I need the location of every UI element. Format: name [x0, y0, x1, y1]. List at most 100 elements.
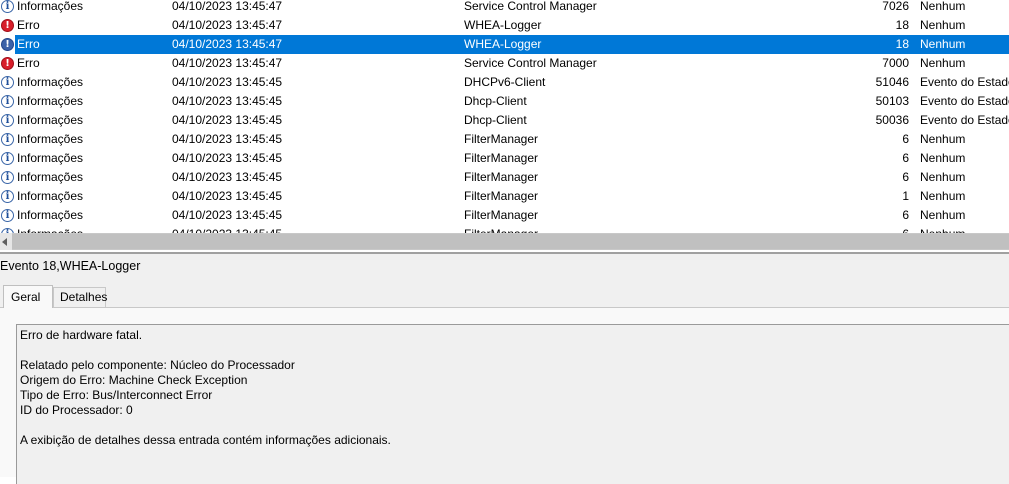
info-icon-wrap: i: [0, 149, 15, 168]
event-id: 50103: [875, 94, 909, 108]
event-level: Informações: [17, 208, 84, 222]
event-id: 18: [895, 18, 909, 32]
event-row[interactable]: ! Erro 04/10/2023 13:45:47 WHEA-Logger 18 Nen…: [0, 16, 1009, 35]
event-task-category: Nenhum: [920, 37, 966, 51]
event-date: 04/10/2023 13:45:45: [172, 189, 283, 203]
info-icon-wrap: i: [0, 111, 15, 130]
tab-general[interactable]: Geral: [3, 285, 53, 308]
event-source: DHCPv6-Client: [464, 75, 546, 89]
event-id: 18: [895, 37, 909, 51]
info-icon: i: [1, 133, 14, 146]
info-icon-wrap: i: [0, 225, 15, 233]
event-source: WHEA-Logger: [464, 37, 542, 51]
description-line: A exibição de detalhes dessa entrada con…: [20, 433, 391, 447]
error-icon-wrap: !: [0, 54, 15, 73]
error-icon-wrap: !: [0, 35, 15, 54]
event-date: 04/10/2023 13:45:45: [172, 113, 283, 127]
event-details-pane: Evento 18,WHEA-Logger Geral Detalhes Err…: [0, 252, 1009, 484]
info-icon: i: [1, 171, 14, 184]
tab-content: Erro de hardware fatal. Relatado pelo co…: [0, 307, 1009, 484]
event-id: 7000: [882, 56, 909, 70]
event-row[interactable]: i Informações 04/10/2023 13:45:45 DHCPv6-Cl…: [0, 73, 1009, 92]
description-line: Origem do Erro: Machine Check Exception: [20, 373, 248, 387]
info-icon: i: [1, 95, 14, 108]
event-task-category: Nenhum: [920, 208, 966, 222]
event-id: 1: [902, 189, 909, 203]
event-date: 04/10/2023 13:45:47: [172, 0, 283, 13]
event-source: Service Control Manager: [464, 56, 597, 70]
description-line: Erro de hardware fatal.: [20, 328, 143, 342]
event-date: 04/10/2023 13:45:47: [172, 37, 283, 51]
info-icon: i: [1, 152, 14, 165]
info-icon-wrap: i: [0, 187, 15, 206]
event-date: 04/10/2023 13:45:45: [172, 94, 283, 108]
event-id: 6: [902, 208, 909, 222]
event-level: Informações: [17, 151, 84, 165]
event-source: FilterManager: [464, 189, 539, 203]
info-icon-wrap: i: [0, 92, 15, 111]
event-row[interactable]: i Informações 04/10/2023 13:45:45 Dhcp-Clie…: [0, 111, 1009, 130]
tab-details[interactable]: Detalhes: [53, 287, 107, 307]
event-source: FilterManager: [464, 170, 539, 184]
event-id: 6: [902, 151, 909, 165]
details-title: Evento 18,WHEA-Logger: [0, 259, 141, 273]
event-row[interactable]: iInformações 04/10/2023 13:45:45 FilterMan…: [0, 130, 1009, 149]
event-source: Service Control Manager: [464, 0, 597, 13]
event-level: Informações: [17, 132, 84, 146]
info-icon-wrap: i: [0, 0, 15, 16]
horizontal-scrollbar[interactable]: [0, 233, 1009, 250]
error-icon: !: [1, 19, 14, 32]
event-level: Erro: [17, 56, 40, 70]
event-row[interactable]: iInformações 04/10/2023 13:45:45 FilterMan…: [0, 225, 1009, 233]
scroll-left-arrow-icon[interactable]: [0, 233, 12, 250]
error-icon: !: [1, 38, 14, 51]
info-icon-wrap: i: [0, 206, 15, 225]
event-level: Informações: [17, 170, 84, 184]
event-row[interactable]: ! Erro 04/10/2023 13:45:47 WHEA-Logger 18 Nen…: [0, 35, 1009, 54]
event-row[interactable]: iInformações 04/10/2023 13:45:45 FilterMan…: [0, 168, 1009, 187]
event-date: 04/10/2023 13:45:45: [172, 132, 283, 146]
info-icon: i: [1, 114, 14, 127]
event-level: Informações: [17, 75, 84, 89]
event-task-category: Nenhum: [920, 18, 966, 32]
event-task-category: Nenhum: [920, 151, 966, 165]
event-level: Erro: [17, 18, 40, 32]
event-source: WHEA-Logger: [464, 18, 542, 32]
info-icon-wrap: i: [0, 130, 15, 149]
info-icon: i: [1, 76, 14, 89]
info-icon: i: [1, 209, 14, 222]
event-id: 51046: [875, 75, 909, 89]
event-id: 50036: [875, 113, 909, 127]
event-id: 6: [780, 225, 909, 233]
event-level: Informações: [17, 94, 84, 108]
event-id: 6: [902, 170, 909, 184]
description-line: ID do Processador: 0: [20, 403, 133, 417]
event-description-box[interactable]: Erro de hardware fatal. Relatado pelo co…: [16, 324, 1009, 484]
event-row[interactable]: iInformações 04/10/2023 13:45:45 FilterMan…: [0, 187, 1009, 206]
event-date: 04/10/2023 13:45:45: [172, 75, 283, 89]
event-list[interactable]: i Informações 04/10/2023 13:45:47 Service C…: [0, 0, 1009, 233]
event-source: Dhcp-Client: [464, 113, 527, 127]
event-row[interactable]: ! Erro 04/10/2023 13:45:47 Service Control …: [0, 54, 1009, 73]
event-level: Informações: [17, 225, 167, 233]
event-row[interactable]: i Informações 04/10/2023 13:45:45 Dhcp-Clie…: [0, 92, 1009, 111]
event-date: 04/10/2023 13:45:47: [172, 56, 283, 70]
event-row[interactable]: i Informações 04/10/2023 13:45:47 Service C…: [0, 0, 1009, 16]
event-id: 6: [902, 132, 909, 146]
event-level: Erro: [17, 37, 40, 51]
event-date: 04/10/2023 13:45:45: [172, 225, 452, 233]
event-task-category: Nenhum: [920, 225, 1009, 233]
event-date: 04/10/2023 13:45:45: [172, 170, 283, 184]
details-tab-strip: Geral Detalhes: [0, 285, 1009, 308]
description-line: Relatado pelo componente: Núcleo do Proc…: [20, 358, 295, 372]
event-level: Informações: [17, 113, 84, 127]
event-row[interactable]: iInformações 04/10/2023 13:45:45 FilterMan…: [0, 206, 1009, 225]
event-source: FilterManager: [464, 151, 539, 165]
event-row[interactable]: iInformações 04/10/2023 13:45:45 FilterMan…: [0, 149, 1009, 168]
event-source: FilterManager: [464, 132, 539, 146]
info-icon-wrap: i: [0, 168, 15, 187]
event-source: Dhcp-Client: [464, 94, 527, 108]
event-task-category: Nenhum: [920, 170, 966, 184]
scrollbar-thumb[interactable]: [12, 234, 1009, 249]
event-task-category: Nenhum: [920, 0, 966, 13]
